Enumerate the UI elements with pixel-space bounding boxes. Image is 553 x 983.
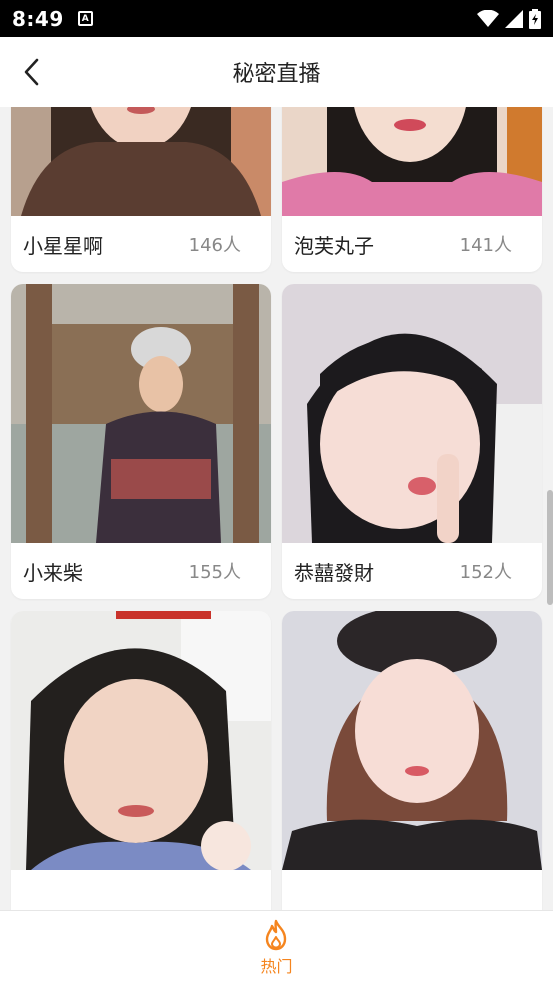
notification-icon: A (77, 11, 93, 26)
stream-grid-viewport[interactable]: 小星星啊 146人 泡芙丸子 141人 小来柴 155人 恭囍發財 152人 (0, 107, 553, 910)
page-title: 秘密直播 (232, 62, 321, 87)
status-icons (477, 8, 541, 29)
flame-icon (266, 919, 287, 951)
viewer-count: 141人 (459, 235, 512, 256)
stream-thumbnail (282, 611, 542, 870)
stream-thumbnail (11, 107, 271, 216)
stream-thumbnail (282, 284, 542, 543)
chevron-left-icon (24, 58, 39, 86)
nav-item-hot[interactable]: 热门 (260, 919, 293, 977)
stream-card[interactable]: 小星星啊 146人 (11, 107, 271, 272)
app-header: 秘密直播 (0, 37, 553, 107)
stream-card[interactable] (282, 611, 542, 910)
stream-card[interactable]: 恭囍發財 152人 (282, 284, 542, 599)
back-button[interactable] (14, 54, 50, 90)
status-time: 8:49 (12, 6, 64, 31)
viewer-count: 152人 (459, 562, 512, 583)
bottom-nav: 热门 (0, 910, 553, 983)
wifi-icon (477, 9, 499, 27)
viewer-count: 146人 (188, 235, 241, 256)
stream-grid: 小星星啊 146人 泡芙丸子 141人 小来柴 155人 恭囍發財 152人 (11, 107, 542, 910)
stream-card[interactable]: 小来柴 155人 (11, 284, 271, 599)
scrollbar[interactable] (547, 490, 553, 605)
stream-card-info (282, 870, 542, 910)
stream-thumbnail (282, 107, 542, 216)
stream-card-info: 小星星啊 146人 (11, 216, 271, 272)
streamer-name: 小星星啊 (23, 233, 103, 258)
streamer-name: 恭囍發財 (294, 560, 374, 585)
stream-card-info: 泡芙丸子 141人 (282, 216, 542, 272)
streamer-name: 泡芙丸子 (294, 233, 374, 258)
stream-card-info: 恭囍發財 152人 (282, 543, 542, 599)
streamer-name: 小来柴 (23, 560, 83, 585)
stream-card-info: 小来柴 155人 (11, 543, 271, 599)
stream-card[interactable] (11, 611, 271, 910)
stream-card-info (11, 870, 271, 910)
nav-label-hot: 热门 (260, 957, 293, 976)
stream-thumbnail (11, 611, 271, 870)
status-bar: 8:49 A (0, 0, 553, 37)
signal-icon (505, 9, 523, 28)
stream-thumbnail (11, 284, 271, 543)
battery-icon (529, 8, 541, 29)
viewer-count: 155人 (188, 562, 241, 583)
stream-card[interactable]: 泡芙丸子 141人 (282, 107, 542, 272)
